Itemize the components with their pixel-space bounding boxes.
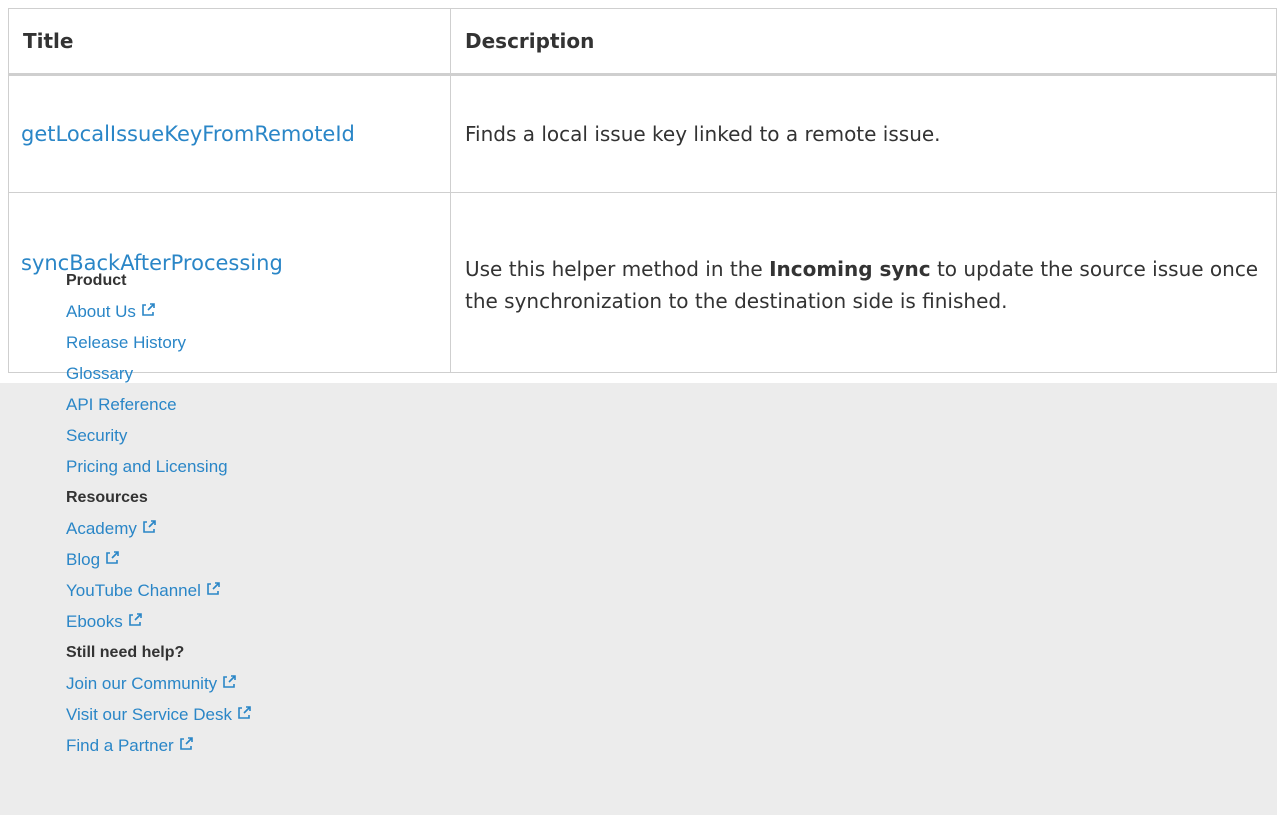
external-link-icon <box>205 581 221 597</box>
footer-link-academy[interactable]: Academy <box>66 513 252 544</box>
header-title: Title <box>8 8 451 76</box>
footer-link-release-history[interactable]: Release History <box>66 327 252 358</box>
footer-link-label: YouTube Channel <box>66 581 201 600</box>
external-link-icon <box>178 736 194 752</box>
footer-link-label: Visit our Service Desk <box>66 705 232 724</box>
table-row: getLocalIssueKeyFromRemoteId Finds a loc… <box>8 74 1277 193</box>
footer-heading-resources: Resources <box>66 489 148 506</box>
footer-link-about-us[interactable]: About Us <box>66 296 252 327</box>
cell-description: Use this helper method in the Incoming s… <box>450 192 1277 373</box>
footer-link-label: Academy <box>66 519 137 538</box>
footer-link-pricing[interactable]: Pricing and Licensing <box>66 451 252 482</box>
external-link-icon <box>127 612 143 628</box>
footer-link-api-reference[interactable]: API Reference <box>66 389 252 420</box>
footer-link-community[interactable]: Join our Community <box>66 668 252 699</box>
external-link-icon <box>221 674 237 690</box>
footer-link-label: About Us <box>66 302 136 321</box>
header-description: Description <box>450 8 1277 76</box>
description-text: Use this helper method in the <box>465 256 770 281</box>
external-link-icon <box>236 705 252 721</box>
footer-link-label: Ebooks <box>66 612 123 631</box>
footer-link-label: Blog <box>66 550 101 569</box>
footer-link-glossary[interactable]: Glossary <box>66 358 252 389</box>
external-link-icon <box>104 550 120 566</box>
footer-link-blog[interactable]: Blog <box>66 544 252 575</box>
footer-link-security[interactable]: Security <box>66 420 252 451</box>
footer-link-label: Join our Community <box>66 674 218 693</box>
external-link-icon <box>141 519 157 535</box>
cell-description: Finds a local issue key linked to a remo… <box>450 74 1277 193</box>
table-header-row: Title Description <box>8 8 1277 76</box>
footer-link-service-desk[interactable]: Visit our Service Desk <box>66 699 252 730</box>
cell-title: getLocalIssueKeyFromRemoteId <box>8 74 451 193</box>
footer-link-partner[interactable]: Find a Partner <box>66 730 252 761</box>
footer-link-youtube[interactable]: YouTube Channel <box>66 575 252 606</box>
footer-link-ebooks[interactable]: Ebooks <box>66 606 252 637</box>
footer-heading-product: Product <box>66 272 127 289</box>
external-link-icon <box>140 302 156 318</box>
footer-heading-help: Still need help? <box>66 644 185 661</box>
footer-link-label: Find a Partner <box>66 736 174 755</box>
description-strong: Incoming sync <box>769 256 931 281</box>
footer-nav: Product About Us Release History Glossar… <box>66 265 252 761</box>
method-link-getlocalissuekey[interactable]: getLocalIssueKeyFromRemoteId <box>21 122 355 146</box>
